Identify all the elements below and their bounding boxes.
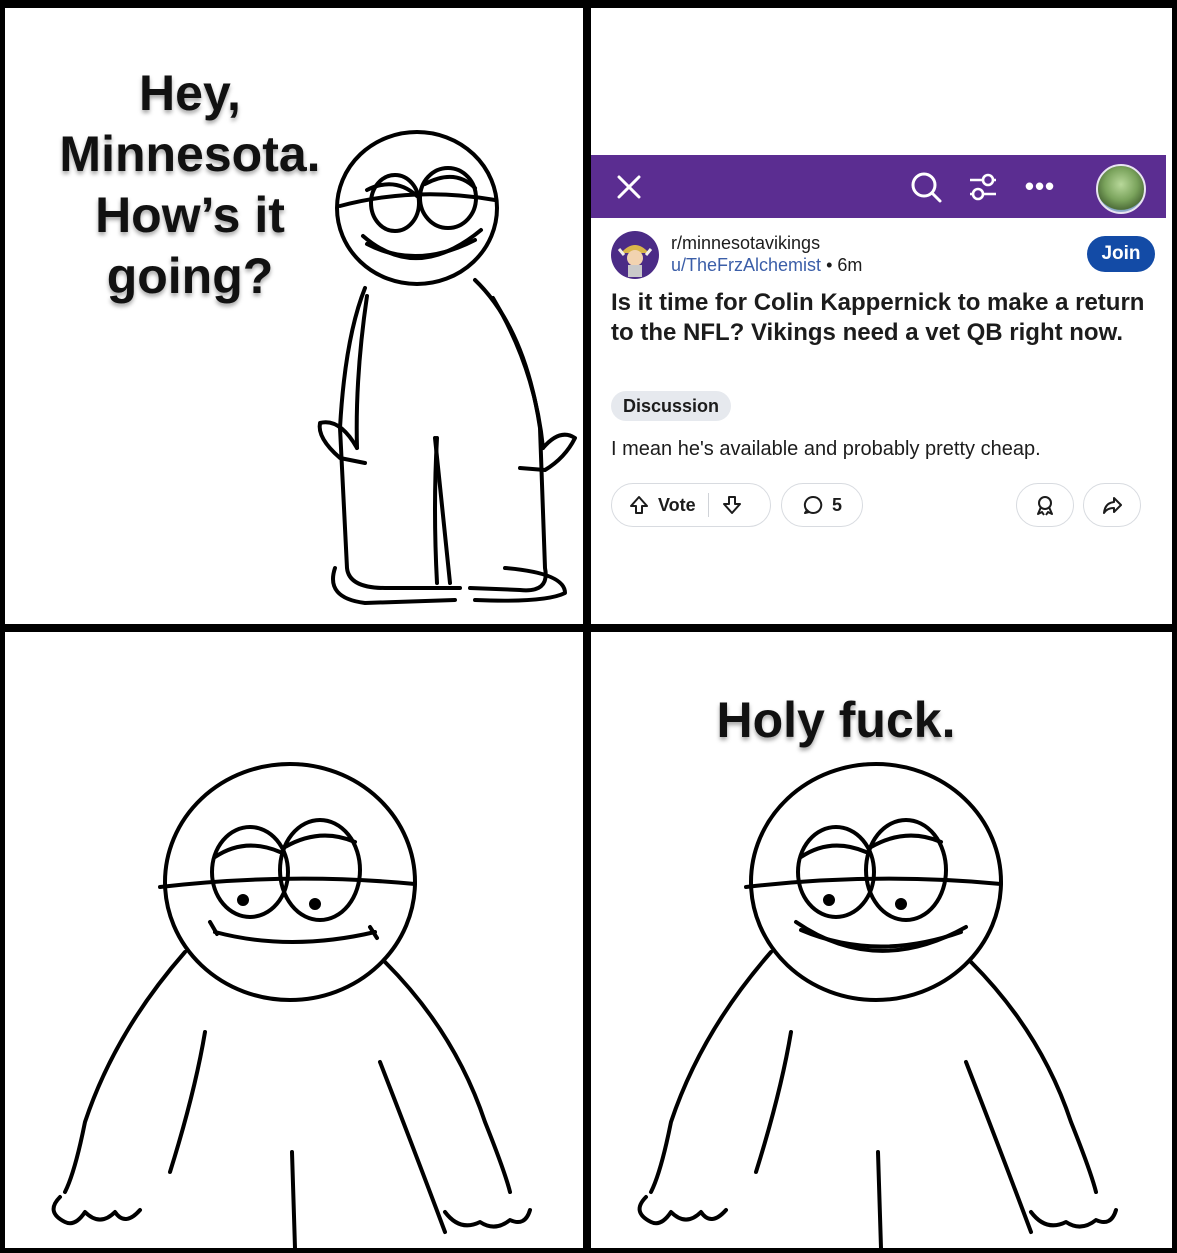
- reddit-top-bar: •••: [591, 155, 1166, 218]
- username[interactable]: u/TheFrzAlchemist: [671, 255, 821, 275]
- meta-separator: •: [826, 255, 833, 275]
- panel-bottom-left: [5, 632, 583, 1248]
- join-button[interactable]: Join: [1087, 236, 1155, 272]
- stick-figure-smiling: [317, 130, 577, 605]
- vote-label: Vote: [658, 494, 696, 515]
- comment-count: 5: [831, 494, 842, 515]
- vote-divider: [707, 493, 709, 517]
- award-button[interactable]: [1016, 483, 1074, 527]
- vote-pill: Vote: [611, 483, 771, 527]
- share-icon: [1101, 494, 1123, 516]
- panel-bottom-right: Holy fuck.: [591, 632, 1172, 1248]
- subreddit-name[interactable]: r/minnesotavikings: [671, 233, 820, 254]
- close-icon[interactable]: [609, 155, 649, 218]
- more-options-icon[interactable]: •••: [1018, 155, 1062, 218]
- post-meta: u/TheFrzAlchemist • 6m: [671, 255, 862, 276]
- sort-filter-icon[interactable]: [961, 155, 1005, 218]
- post-body: I mean he's available and probably prett…: [611, 438, 1041, 460]
- post-time: 6m: [837, 255, 863, 275]
- downvote-icon[interactable]: [721, 494, 743, 516]
- panel-top-left: Hey, Minnesota. How’s it going?: [5, 8, 583, 624]
- stick-figure-neutral: [51, 762, 532, 1248]
- subreddit-avatar[interactable]: [611, 231, 659, 279]
- user-avatar[interactable]: [1096, 164, 1146, 214]
- post-title: Is it time for Colin Kappernick to make …: [611, 289, 1145, 346]
- comment-icon: [802, 494, 824, 516]
- upvote-icon[interactable]: [628, 494, 650, 516]
- search-icon[interactable]: [903, 155, 949, 218]
- post-flair[interactable]: Discussion: [611, 391, 732, 421]
- share-button[interactable]: [1083, 483, 1141, 527]
- comments-button[interactable]: 5: [781, 483, 863, 527]
- stick-figure-grinning: [637, 762, 1118, 1248]
- panel-top-right: ••• r/minnesotavikings u/TheFrzAlchemist…: [591, 8, 1172, 624]
- award-icon: [1034, 494, 1056, 516]
